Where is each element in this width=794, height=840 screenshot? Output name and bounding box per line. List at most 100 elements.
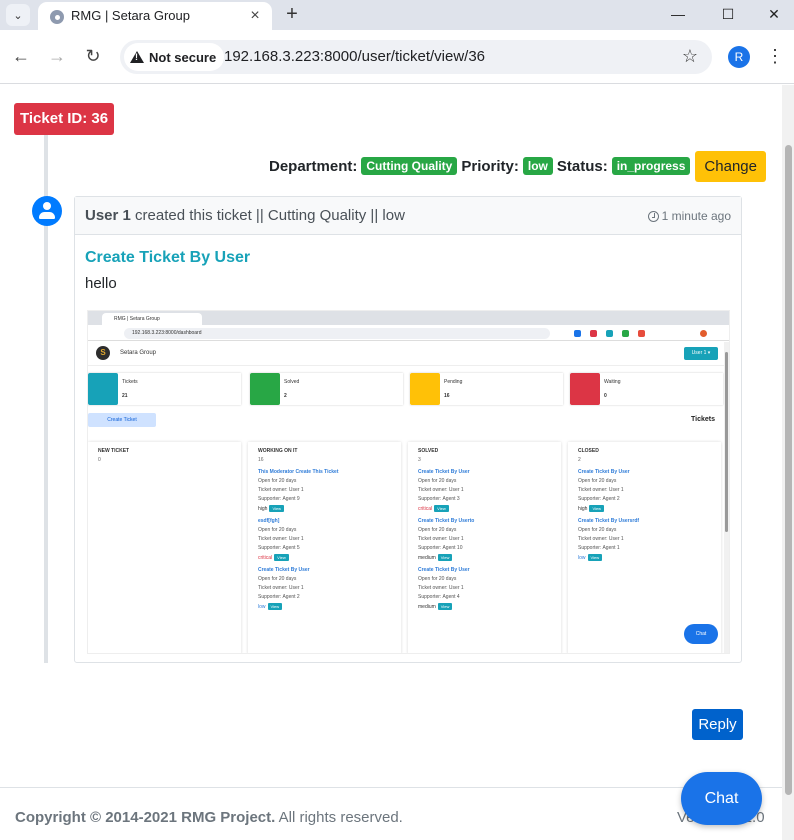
reply-button[interactable]: Reply <box>692 709 743 740</box>
shot-view-button: View <box>274 554 289 561</box>
browser-menu-icon[interactable]: ⋮ <box>766 44 784 68</box>
browser-tab-bar: ⌄ RMG | Setara Group × + — ☐ ✕ <box>0 0 794 30</box>
shot-stat-label: Solved <box>284 379 300 385</box>
shot-item-priority-row: medium View <box>418 603 561 610</box>
shot-item-priority-row: high View <box>578 505 721 512</box>
shot-item-priority: high <box>578 505 588 512</box>
shot-item-owner: Ticket owner: User 1 <box>258 487 304 493</box>
back-icon[interactable]: ← <box>9 44 33 68</box>
shot-item-supporter: Supporter: Agent 2 <box>578 496 620 502</box>
shot-item-title: This Moderator Create This Ticket <box>258 469 339 475</box>
shot-brand: Setara Group <box>120 350 157 356</box>
tab-title: RMG | Setara Group <box>71 8 190 23</box>
tab-search-button[interactable]: ⌄ <box>6 4 30 26</box>
shot-logo-icon: S <box>96 346 110 360</box>
warning-icon <box>130 51 144 63</box>
shot-extension-icon <box>590 330 597 337</box>
shot-column-title: SOLVED <box>418 448 439 454</box>
shot-view-button: View <box>437 554 453 561</box>
footer-divider <box>0 787 782 788</box>
shot-item-open: Open for 20 days <box>578 478 617 484</box>
page-scrollbar[interactable] <box>782 85 794 840</box>
shot-item-open: Open for 20 days <box>418 576 457 582</box>
shot-item-open: Open for 20 days <box>258 527 297 533</box>
shot-extension-icon <box>574 330 581 337</box>
shot-item-owner: Ticket owner: User 1 <box>258 536 304 542</box>
ticket-title: Create Ticket By User <box>85 249 251 266</box>
shot-stat-value: 21 <box>122 393 128 399</box>
shot-ticket-item: Create Ticket By User Open for 20 days Tic… <box>418 567 561 610</box>
chat-button[interactable]: Chat <box>681 772 762 825</box>
shot-item-supporter: Supporter: Agent 4 <box>418 594 460 600</box>
url-text[interactable]: 192.168.3.223:8000/user/ticket/view/36 <box>224 48 485 65</box>
address-bar[interactable]: Not secure 192.168.3.223:8000/user/ticke… <box>120 40 712 74</box>
shot-ticket-item: Create Ticket By User Open for 20 days Tic… <box>578 469 721 512</box>
message-user: User 1 <box>85 207 131 224</box>
attachment-screenshot[interactable]: RMG | Setara Group 192.168.3.223:8000/da… <box>87 310 730 654</box>
shot-extension-icon <box>638 330 645 337</box>
page-content: Ticket ID: 36 Department: Cutting Qualit… <box>0 85 794 840</box>
site-info-button[interactable]: Not secure <box>124 43 225 71</box>
copy-icon <box>410 373 440 405</box>
tab-close-icon[interactable]: × <box>246 7 264 25</box>
shot-item-priority: low <box>578 554 586 561</box>
shot-item-priority: critical <box>418 505 433 512</box>
shot-stat-label: Waiting <box>604 379 621 385</box>
ticket-meta: Department: Cutting Quality Priority: lo… <box>269 150 766 182</box>
priority-label: Priority: <box>461 157 519 175</box>
ticket-message-card: User 1 created this ticket || Cutting Qu… <box>74 196 742 663</box>
scrollbar-thumb[interactable] <box>785 145 792 795</box>
shot-ticket-item: esdf[fgh] Open for 20 days Ticket owner: U… <box>258 518 401 561</box>
new-tab-button[interactable]: + <box>282 3 302 25</box>
shot-stat-card: Tickets 21 <box>88 373 241 405</box>
shot-item-open: Open for 20 days <box>578 527 617 533</box>
message-header: User 1 created this ticket || Cutting Qu… <box>75 197 741 235</box>
shot-item-priority: high <box>258 505 268 512</box>
shot-ticket-item: Create Ticket By User Open for 20 days Tic… <box>258 567 401 610</box>
shot-item-owner: Ticket owner: User 1 <box>258 585 304 591</box>
shot-user-menu: User 1 ▾ <box>684 347 718 360</box>
message-time: 1 minute ago <box>661 209 731 223</box>
shot-item-supporter: Supporter: Agent 5 <box>258 545 300 551</box>
maximize-button[interactable]: ☐ <box>716 4 740 24</box>
star-icon <box>570 373 600 405</box>
shot-stat-card: Waiting 0 <box>570 373 723 405</box>
shot-item-supporter: Supporter: Agent 2 <box>258 594 300 600</box>
shot-ticket-item: This Moderator Create This Ticket Open fo… <box>258 469 401 512</box>
shot-view-button: View <box>589 505 605 512</box>
shot-ticket-item: Create Ticket By Usersrdf Open for 20 day… <box>578 518 721 561</box>
shot-item-open: Open for 20 days <box>418 527 457 533</box>
shot-url: 192.168.3.223:8000/dashboard <box>124 328 550 339</box>
shot-ticket-item: Create Ticket By Userto Open for 20 days T… <box>418 518 561 561</box>
shot-item-title: Create Ticket By User <box>418 469 470 475</box>
shot-item-priority-row: high View <box>258 505 401 512</box>
shot-column-count: 16 <box>258 457 264 463</box>
message-action: created this ticket || Cutting Quality |… <box>130 207 405 224</box>
change-button[interactable]: Change <box>695 150 766 182</box>
flag-icon <box>250 373 280 405</box>
shot-stat-value: 2 <box>284 393 287 399</box>
shot-stat-value: 16 <box>444 393 450 399</box>
close-window-button[interactable]: ✕ <box>762 4 786 24</box>
shot-item-title: Create Ticket By Userto <box>418 518 475 524</box>
shot-stat-card: Pending 16 <box>410 373 563 405</box>
status-badge: in_progress <box>611 157 691 175</box>
forward-icon[interactable]: → <box>45 44 69 68</box>
shot-column-title: NEW TICKET <box>98 448 130 454</box>
footer-rights: All rights reserved. <box>275 809 403 826</box>
browser-tab[interactable]: RMG | Setara Group × <box>38 2 272 30</box>
bookmark-star-icon[interactable]: ☆ <box>682 46 698 67</box>
shot-profile-icon <box>700 330 707 337</box>
shot-create-ticket-button: Create Ticket <box>88 413 156 427</box>
shot-item-supporter: Supporter: Agent 9 <box>258 496 300 502</box>
shot-tickets-title: Tickets <box>691 416 715 423</box>
shot-column: SOLVED 3 Create Ticket By User Open for 20 … <box>408 442 561 653</box>
department-badge: Cutting Quality <box>361 157 458 175</box>
minimize-button[interactable]: — <box>666 4 690 24</box>
footer-copyright-strong: Copyright © 2014-2021 RMG Project. <box>15 809 276 826</box>
shot-item-owner: Ticket owner: User 1 <box>418 585 464 591</box>
shot-ticket-item: Create Ticket By User Open for 20 days Tic… <box>418 469 561 512</box>
profile-avatar[interactable]: R <box>728 46 750 68</box>
reload-icon[interactable]: ↻ <box>81 44 105 68</box>
shot-item-open: Open for 20 days <box>258 478 297 484</box>
